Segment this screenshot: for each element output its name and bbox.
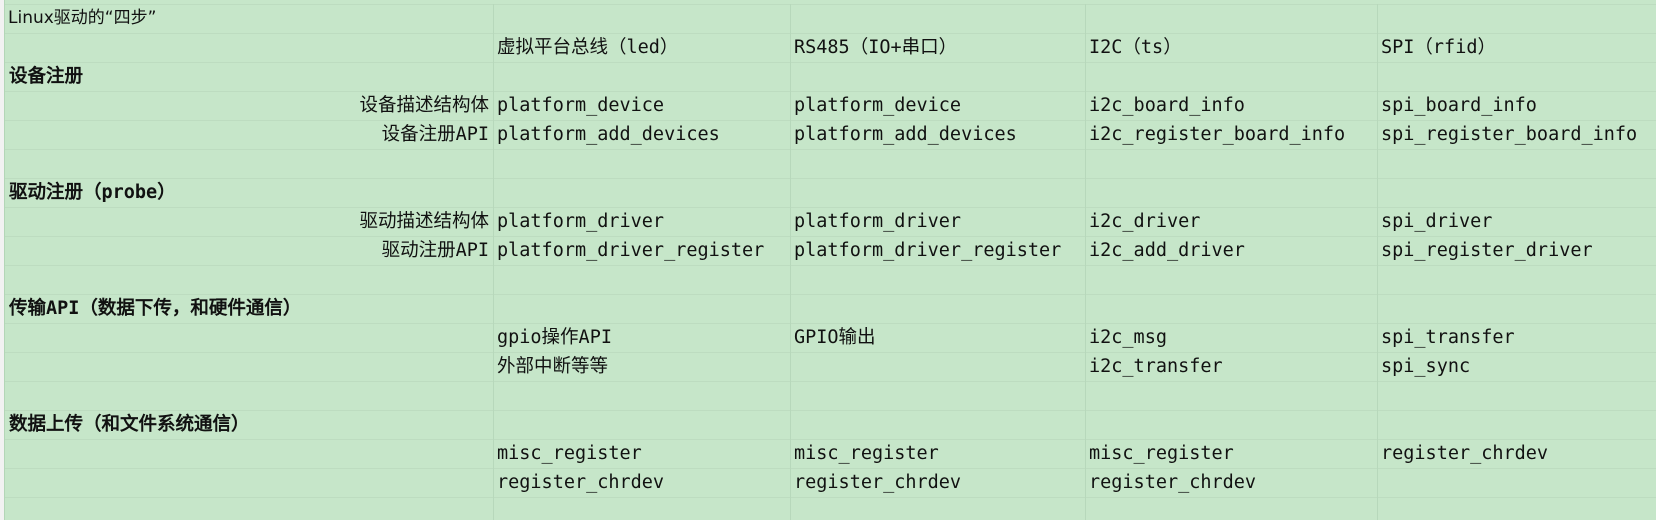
cell[interactable] [1085,265,1377,294]
cell[interactable] [493,178,790,207]
spreadsheet: Linux驱动的“四步” 虚拟平台总线（led） RS485（IO+串口） I2… [0,0,1656,520]
value-cell[interactable]: spi_sync [1377,352,1656,381]
cell[interactable] [493,497,790,520]
cell[interactable] [493,149,790,178]
value-cell[interactable]: platform_add_devices [493,120,790,149]
value-cell[interactable]: i2c_add_driver [1085,236,1377,265]
cell-grid: Linux驱动的“四步” 虚拟平台总线（led） RS485（IO+串口） I2… [4,0,1656,520]
value-cell[interactable]: register_chrdev [790,468,1085,497]
row-label-cell[interactable] [4,468,493,497]
value-cell[interactable]: i2c_board_info [1085,91,1377,120]
section-title-driver-registration[interactable]: 驱动注册（probe） [4,178,493,207]
header-cell-spi[interactable]: SPI（rfid） [1377,33,1656,62]
cell[interactable] [493,294,790,323]
row-label-cell[interactable]: 驱动注册API [4,236,493,265]
value-cell[interactable]: misc_register [1085,439,1377,468]
value-cell[interactable] [1377,468,1656,497]
value-cell[interactable]: platform_driver [790,207,1085,236]
value-cell[interactable]: platform_driver [493,207,790,236]
cell[interactable] [1377,178,1656,207]
row-label-cell[interactable] [4,323,493,352]
value-cell[interactable]: platform_add_devices [790,120,1085,149]
section-title-data-upload[interactable]: 数据上传（和文件系统通信） [4,410,493,439]
row-label-cell[interactable]: 设备描述结构体 [4,91,493,120]
cell[interactable] [1377,294,1656,323]
section-title-device-registration[interactable]: 设备注册 [4,62,493,91]
cell[interactable] [493,381,790,410]
value-cell[interactable]: i2c_transfer [1085,352,1377,381]
cell[interactable] [1377,4,1656,33]
value-cell[interactable]: spi_board_info [1377,91,1656,120]
cell[interactable] [790,265,1085,294]
cell[interactable] [790,381,1085,410]
value-cell[interactable]: spi_transfer [1377,323,1656,352]
value-cell[interactable]: 外部中断等等 [493,352,790,381]
header-cell-rs485[interactable]: RS485（IO+串口） [790,33,1085,62]
row-label-cell[interactable]: 驱动描述结构体 [4,207,493,236]
cell[interactable] [1085,497,1377,520]
value-cell[interactable]: platform_device [790,91,1085,120]
value-cell[interactable]: spi_register_board_info [1377,120,1656,149]
cell[interactable] [790,410,1085,439]
cell[interactable] [1085,178,1377,207]
value-cell[interactable]: GPIO输出 [790,323,1085,352]
section-title-transfer-api[interactable]: 传输API（数据下传，和硬件通信） [4,294,493,323]
cell[interactable] [493,265,790,294]
cell[interactable] [1377,265,1656,294]
row-label-cell[interactable]: 设备注册API [4,120,493,149]
header-cell-virtual-platform-bus[interactable]: 虚拟平台总线（led） [493,33,790,62]
cell[interactable] [1085,62,1377,91]
cell[interactable] [1085,410,1377,439]
cell[interactable] [4,497,493,520]
cell[interactable] [1377,497,1656,520]
cell[interactable] [4,265,493,294]
value-cell[interactable]: register_chrdev [493,468,790,497]
value-cell[interactable]: platform_driver_register [493,236,790,265]
value-cell[interactable]: platform_device [493,91,790,120]
value-cell[interactable] [790,352,1085,381]
cell[interactable] [1377,62,1656,91]
cell[interactable] [1085,149,1377,178]
value-cell[interactable]: i2c_register_board_info [1085,120,1377,149]
cell[interactable] [1377,149,1656,178]
cell[interactable] [493,4,790,33]
value-cell[interactable]: misc_register [493,439,790,468]
cell[interactable] [493,410,790,439]
cell[interactable] [1085,294,1377,323]
cell[interactable] [1085,381,1377,410]
value-cell[interactable]: misc_register [790,439,1085,468]
value-cell[interactable]: i2c_msg [1085,323,1377,352]
value-cell[interactable]: register_chrdev [1377,439,1656,468]
row-label-cell[interactable] [4,352,493,381]
header-cell-i2c[interactable]: I2C（ts） [1085,33,1377,62]
cell[interactable] [790,497,1085,520]
cell[interactable] [790,4,1085,33]
sheet-title-cell[interactable]: Linux驱动的“四步” [4,4,493,33]
cell[interactable] [1377,381,1656,410]
cell[interactable] [1085,4,1377,33]
cell[interactable] [790,149,1085,178]
cell[interactable] [4,381,493,410]
cell[interactable] [790,62,1085,91]
cell[interactable] [790,294,1085,323]
row-label-cell[interactable] [4,439,493,468]
value-cell[interactable]: spi_driver [1377,207,1656,236]
cell[interactable] [790,178,1085,207]
cell[interactable] [4,149,493,178]
cell[interactable] [1377,410,1656,439]
value-cell[interactable]: platform_driver_register [790,236,1085,265]
value-cell[interactable]: gpio操作API [493,323,790,352]
value-cell[interactable]: register_chrdev [1085,468,1377,497]
cell[interactable] [493,62,790,91]
cell[interactable] [4,33,493,62]
value-cell[interactable]: i2c_driver [1085,207,1377,236]
value-cell[interactable]: spi_register_driver [1377,236,1656,265]
